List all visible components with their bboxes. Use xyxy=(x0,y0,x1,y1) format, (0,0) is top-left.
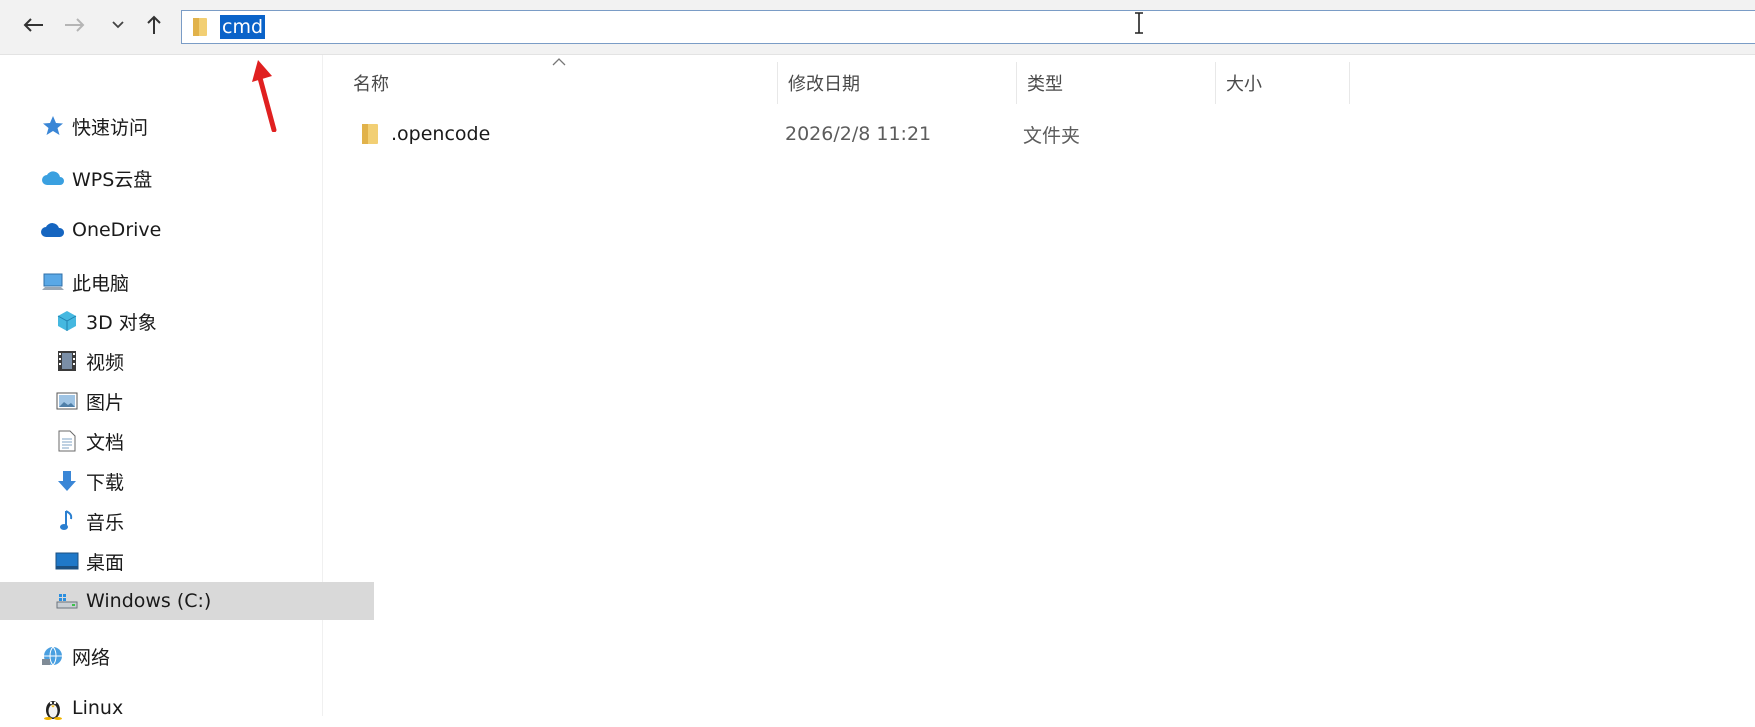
document-icon xyxy=(54,429,80,453)
navigation-pane: 快速访问 WPS云盘 OneDrive 此电脑 3D 对象 视频 图片 文档 下… xyxy=(0,55,374,720)
folder-icon xyxy=(193,18,207,36)
sidebar-item-label: 音乐 xyxy=(86,511,125,534)
sidebar-item-label: Windows (C:) xyxy=(86,590,212,612)
up-arrow-icon xyxy=(147,15,161,34)
sidebar-item-label: 文档 xyxy=(86,431,125,454)
sidebar-item-wps-cloud[interactable]: WPS云盘 xyxy=(0,159,360,197)
sidebar-item-windows-c[interactable]: Windows (C:) xyxy=(0,582,374,620)
file-name-cell: .opencode xyxy=(361,115,490,153)
sidebar-item-quick-access[interactable]: 快速访问 xyxy=(0,107,360,145)
sidebar-item-downloads[interactable]: 下载 xyxy=(0,462,374,500)
navigation-bar: cmd xyxy=(0,0,1755,55)
drive-icon xyxy=(54,589,80,613)
sidebar-item-3d-objects[interactable]: 3D 对象 xyxy=(0,302,374,340)
sidebar-item-desktop[interactable]: 桌面 xyxy=(0,542,374,580)
onedrive-icon xyxy=(40,218,66,242)
column-header-date-modified[interactable]: 修改日期 xyxy=(778,62,1017,104)
star-icon xyxy=(40,114,66,138)
sidebar-item-label: 桌面 xyxy=(86,551,125,574)
back-arrow-icon xyxy=(23,18,43,32)
recent-locations-button[interactable] xyxy=(108,8,128,42)
sidebar-item-label: 此电脑 xyxy=(72,272,130,295)
sidebar-item-label: 下载 xyxy=(86,471,125,494)
sidebar-item-music[interactable]: 音乐 xyxy=(0,502,374,540)
computer-icon xyxy=(40,270,66,294)
music-icon xyxy=(54,509,80,533)
cube-icon xyxy=(54,309,80,333)
forward-arrow-icon xyxy=(65,18,85,32)
file-name: .opencode xyxy=(391,123,491,145)
sidebar-item-label: 视频 xyxy=(86,351,125,374)
sidebar-item-label: 快速访问 xyxy=(72,116,149,139)
network-icon xyxy=(40,644,66,668)
sidebar-item-this-pc[interactable]: 此电脑 xyxy=(0,263,360,301)
text-cursor-icon xyxy=(1135,12,1143,34)
sidebar-item-network[interactable]: 网络 xyxy=(0,637,360,675)
sidebar-item-label: 图片 xyxy=(86,391,125,414)
file-row[interactable]: .opencode 2026/2/8 11:21 文件夹 xyxy=(343,115,1343,153)
back-button[interactable] xyxy=(18,8,48,42)
cloud-icon xyxy=(40,166,66,190)
film-icon xyxy=(54,349,80,373)
address-bar[interactable]: cmd xyxy=(181,10,1755,44)
column-header-name[interactable]: 名称 xyxy=(343,62,778,104)
address-input-text[interactable]: cmd xyxy=(220,15,266,39)
sidebar-item-label: WPS云盘 xyxy=(72,168,153,191)
up-button[interactable] xyxy=(142,8,166,42)
file-date-modified: 2026/2/8 11:21 xyxy=(785,123,932,145)
sidebar-item-documents[interactable]: 文档 xyxy=(0,422,374,460)
column-header-size[interactable]: 大小 xyxy=(1216,62,1350,104)
desktop-icon xyxy=(54,549,80,573)
sidebar-item-label: 3D 对象 xyxy=(86,311,157,334)
file-type: 文件夹 xyxy=(1023,124,1081,147)
sidebar-item-onedrive[interactable]: OneDrive xyxy=(0,211,360,249)
forward-button[interactable] xyxy=(60,8,90,42)
chevron-down-icon xyxy=(112,21,124,29)
sidebar-item-pictures[interactable]: 图片 xyxy=(0,382,374,420)
download-icon xyxy=(54,469,80,493)
column-header-type[interactable]: 类型 xyxy=(1017,62,1216,104)
sidebar-item-label: OneDrive xyxy=(72,219,162,241)
picture-icon xyxy=(54,389,80,413)
folder-icon xyxy=(362,124,378,144)
linux-icon xyxy=(40,696,66,720)
sidebar-item-label: 网络 xyxy=(72,646,111,669)
sidebar-item-videos[interactable]: 视频 xyxy=(0,342,374,380)
sidebar-item-linux[interactable]: Linux xyxy=(0,689,360,727)
